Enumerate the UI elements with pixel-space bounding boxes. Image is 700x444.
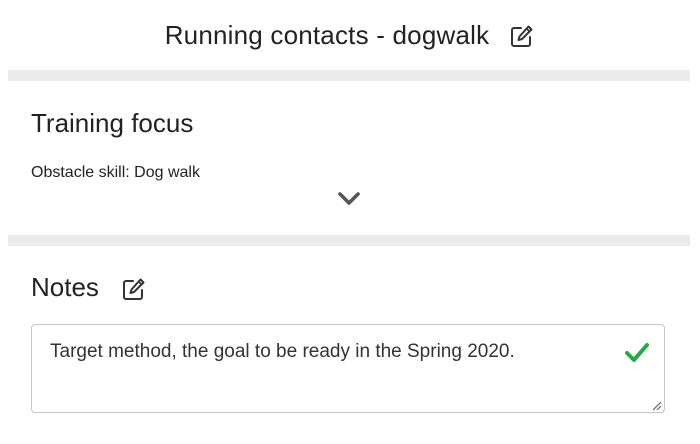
notes-text: Target method, the goal to be ready in t… bbox=[50, 341, 515, 362]
header: Running contacts - dogwalk bbox=[0, 0, 700, 70]
training-focus-heading: Training focus bbox=[31, 108, 194, 138]
edit-icon[interactable] bbox=[121, 276, 147, 302]
page: Running contacts - dogwalk Training focu… bbox=[0, 0, 700, 444]
chevron-down-icon bbox=[337, 191, 361, 212]
checkmark-icon[interactable] bbox=[624, 339, 650, 365]
section-divider bbox=[8, 70, 690, 81]
notes-header: Notes bbox=[31, 272, 147, 303]
page-title: Running contacts - dogwalk bbox=[164, 19, 490, 50]
resize-handle-icon[interactable] bbox=[650, 398, 662, 411]
notes-heading: Notes bbox=[31, 272, 99, 302]
notes-textarea[interactable]: Target method, the goal to be ready in t… bbox=[31, 324, 665, 413]
edit-icon[interactable] bbox=[509, 23, 535, 49]
section-divider bbox=[8, 235, 690, 246]
obstacle-skill-label: Obstacle skill: Dog walk bbox=[31, 164, 200, 181]
expand-button[interactable] bbox=[336, 190, 362, 212]
